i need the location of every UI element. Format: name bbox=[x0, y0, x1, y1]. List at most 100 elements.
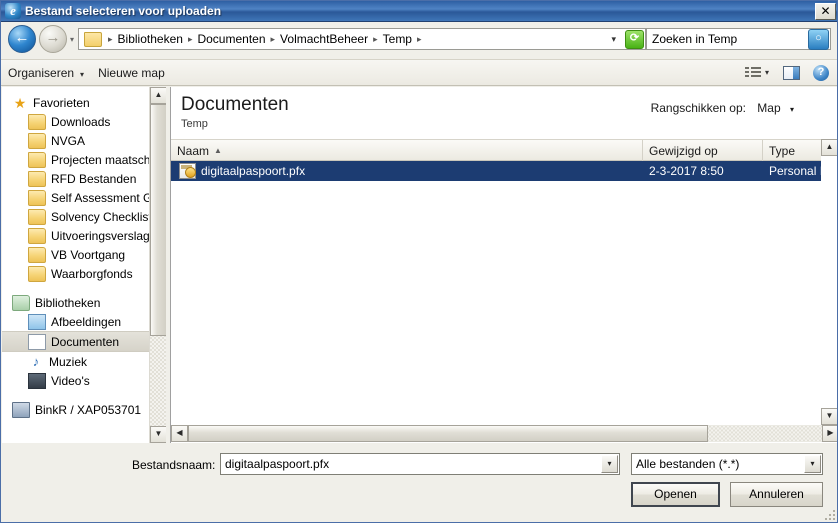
sidebar-item-self-assessment[interactable]: Self Assessment GA bbox=[2, 188, 160, 207]
scroll-right-button[interactable]: ▶ bbox=[822, 425, 837, 442]
nav-group-computer[interactable]: BinkR / XAP053701 bbox=[2, 400, 149, 419]
nav-group-gap bbox=[2, 390, 149, 400]
sidebar-item-videos[interactable]: Video's bbox=[2, 371, 149, 390]
computer-icon bbox=[12, 401, 30, 418]
sidebar-item-nvga[interactable]: NVGA bbox=[2, 131, 149, 150]
file-list: digitaalpaspoort.pfx 2-3-2017 8:50 Perso… bbox=[171, 161, 822, 181]
breadcrumb-item-volmachtbeheer[interactable]: VolmachtBeheer bbox=[277, 32, 371, 46]
arrange-by-value: Map bbox=[757, 101, 781, 115]
scroll-up-button[interactable]: ▲ bbox=[150, 87, 166, 104]
filetype-value: Alle bestanden (*.*) bbox=[636, 457, 740, 471]
sidebar-item-muziek[interactable]: ♪ Muziek bbox=[2, 352, 149, 371]
breadcrumb[interactable]: ▸ Bibliotheken ▸ Documenten ▸ VolmachtBe… bbox=[78, 28, 624, 50]
pictures-icon bbox=[28, 313, 46, 330]
help-icon[interactable]: ? bbox=[813, 64, 829, 81]
sidebar-item-label: Documenten bbox=[51, 334, 120, 349]
sidebar-item-label: Self Assessment GA bbox=[51, 190, 161, 205]
open-button[interactable]: Openen bbox=[631, 482, 720, 507]
folder-icon bbox=[28, 208, 46, 225]
sidebar-item-waarborgfonds[interactable]: Waarborgfonds bbox=[2, 264, 149, 283]
table-row[interactable]: digitaalpaspoort.pfx 2-3-2017 8:50 Perso… bbox=[171, 161, 822, 181]
page-title: Documenten bbox=[181, 94, 289, 115]
scroll-down-button[interactable]: ▼ bbox=[150, 426, 166, 443]
forward-button[interactable]: → bbox=[39, 25, 67, 53]
file-list-horizontal-scrollbar[interactable]: ◀ ▶ bbox=[171, 425, 837, 443]
search-box[interactable]: ○ bbox=[646, 28, 831, 50]
sidebar-item-documenten[interactable]: Documenten bbox=[2, 331, 149, 352]
scroll-down-button[interactable]: ▼ bbox=[821, 408, 837, 425]
filetype-dropdown-icon[interactable]: ▾ bbox=[804, 455, 821, 473]
breadcrumb-item-documenten[interactable]: Documenten bbox=[194, 32, 268, 46]
breadcrumb-separator: ▸ bbox=[108, 33, 113, 44]
breadcrumb-item-temp[interactable]: Temp bbox=[380, 32, 415, 46]
arrange-by-label: Rangschikken op: bbox=[650, 101, 746, 115]
scrollbar-thumb[interactable] bbox=[188, 425, 708, 442]
sidebar-item-rfd-bestanden[interactable]: RFD Bestanden bbox=[2, 169, 149, 188]
filetype-combobox[interactable]: Alle bestanden (*.*) ▾ bbox=[631, 453, 823, 475]
sidebar-item-label: Muziek bbox=[49, 354, 88, 369]
sidebar-item-label: RFD Bestanden bbox=[51, 171, 137, 186]
file-open-dialog: e Bestand selecteren voor uploaden ✕ ← →… bbox=[0, 0, 838, 523]
history-chevron-down-icon[interactable]: ▾ bbox=[70, 35, 74, 44]
cancel-button[interactable]: Annuleren bbox=[730, 482, 823, 507]
change-view-icon[interactable] bbox=[744, 65, 762, 80]
search-icon[interactable]: ○ bbox=[808, 28, 829, 50]
filename-dropdown-icon[interactable]: ▾ bbox=[601, 455, 618, 473]
page-subtitle: Temp bbox=[181, 118, 208, 130]
scroll-left-button[interactable]: ◀ bbox=[171, 425, 188, 442]
preview-pane-icon[interactable] bbox=[783, 65, 800, 80]
folder-icon bbox=[28, 170, 46, 187]
title-bar: e Bestand selecteren voor uploaden ✕ bbox=[1, 1, 837, 22]
sidebar-item-vb-voortgang[interactable]: VB Voortgang bbox=[2, 245, 149, 264]
navigation-tree: ★ Favorieten Downloads NVGA Projecten ma… bbox=[2, 87, 166, 419]
window-title: Bestand selecteren voor uploaden bbox=[25, 4, 222, 18]
breadcrumb-item-bibliotheken[interactable]: Bibliotheken bbox=[115, 32, 186, 46]
folder-icon bbox=[84, 31, 103, 47]
column-headers: Naam ▲ Gewijzigd op Type bbox=[171, 139, 837, 161]
search-input[interactable] bbox=[647, 31, 808, 47]
sidebar-item-solvency-checklist[interactable]: Solvency Checklist bbox=[2, 207, 152, 226]
scroll-up-button[interactable]: ▲ bbox=[821, 139, 837, 156]
sidebar-item-label: VB Voortgang bbox=[51, 247, 126, 262]
documents-icon bbox=[28, 333, 46, 350]
sidebar-item-projecten-maatschappijen[interactable]: Projecten maatschapp bbox=[2, 150, 166, 169]
breadcrumb-dropdown-icon[interactable]: ▾ bbox=[607, 34, 624, 45]
certificate-file-icon bbox=[179, 163, 196, 179]
view-chevron-down-icon[interactable]: ▾ bbox=[765, 68, 769, 77]
back-arrow-icon: ← bbox=[14, 29, 30, 46]
sidebar-item-label: Afbeeldingen bbox=[51, 314, 122, 329]
folder-icon bbox=[28, 189, 46, 206]
column-header-naam[interactable]: Naam ▲ bbox=[171, 140, 643, 161]
column-label: Type bbox=[769, 143, 796, 158]
nav-group-bibliotheken[interactable]: Bibliotheken bbox=[2, 293, 149, 312]
nav-group-favorieten[interactable]: ★ Favorieten bbox=[2, 93, 149, 112]
refresh-button[interactable]: ⟳ bbox=[624, 28, 646, 50]
close-button[interactable]: ✕ bbox=[815, 2, 836, 20]
sidebar-item-label: Uitvoeringsverslag bbox=[51, 228, 150, 243]
file-list-vertical-scrollbar[interactable]: ▲ ▼ bbox=[821, 139, 837, 425]
file-name-label: digitaalpaspoort.pfx bbox=[201, 164, 306, 178]
folder-icon bbox=[28, 227, 46, 244]
resize-grip[interactable] bbox=[823, 508, 835, 520]
refresh-icon: ⟳ bbox=[625, 29, 644, 49]
internet-explorer-icon: e bbox=[5, 3, 21, 19]
sidebar-item-label: Video's bbox=[51, 373, 90, 388]
folder-icon bbox=[28, 265, 46, 282]
file-name-cell: digitaalpaspoort.pfx bbox=[171, 163, 643, 179]
sidebar-item-afbeeldingen[interactable]: Afbeeldingen bbox=[2, 312, 149, 331]
column-header-type[interactable]: Type bbox=[763, 140, 822, 161]
navigation-pane: ★ Favorieten Downloads NVGA Projecten ma… bbox=[2, 87, 166, 443]
scrollbar-thumb[interactable] bbox=[150, 104, 166, 336]
navigation-pane-scrollbar[interactable]: ▲ ▼ bbox=[149, 87, 166, 443]
forward-arrow-icon: → bbox=[45, 29, 61, 46]
sidebar-item-uitvoeringsverslag[interactable]: Uitvoeringsverslag bbox=[2, 226, 150, 245]
column-header-gewijzigd-op[interactable]: Gewijzigd op bbox=[643, 140, 763, 161]
back-button[interactable]: ← bbox=[8, 25, 36, 53]
arrange-by-control[interactable]: Rangschikken op: Map ▾ bbox=[651, 101, 794, 115]
filename-combobox[interactable]: ▾ bbox=[220, 453, 620, 475]
filename-input[interactable] bbox=[221, 456, 601, 472]
organize-button[interactable]: Organiseren ▾ bbox=[1, 63, 91, 83]
video-icon bbox=[28, 372, 46, 389]
new-folder-button[interactable]: Nieuwe map bbox=[91, 63, 172, 83]
sidebar-item-downloads[interactable]: Downloads bbox=[2, 112, 149, 131]
